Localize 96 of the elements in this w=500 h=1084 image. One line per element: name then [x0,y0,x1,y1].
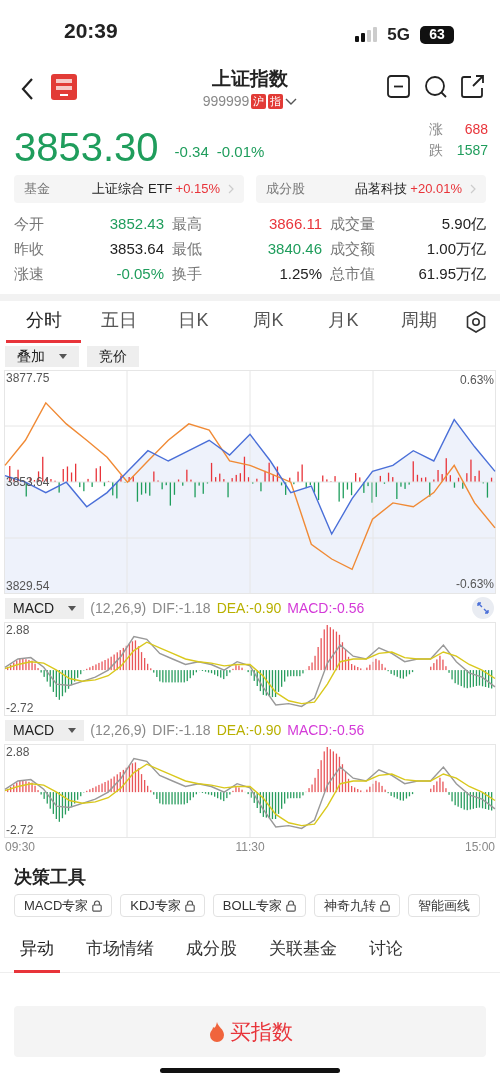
search-icon [424,75,447,98]
axis-label: 0.63% [459,372,494,389]
expand-button[interactable] [472,597,494,619]
advancers-count: 688 [463,120,488,139]
stat-label: 最低 [172,239,203,259]
time-label: 09:30 [5,839,36,856]
battery-indicator: 63 [420,25,454,44]
status-time: 20:39 [64,18,118,45]
axis-label: 2.88 [6,744,30,759]
current-price: 3853.30 [14,125,159,169]
chart-option-button[interactable]: 叠加 [5,346,79,367]
dea-value: DEA:-0.90 [216,720,282,740]
axis-label: 2.88 [6,622,30,637]
period-tab[interactable]: 日K [156,301,231,343]
stat-value: -0.05% [115,264,164,284]
stat-value: 1.00万亿 [425,239,486,259]
caret-icon [68,727,77,733]
stat-label: 成交量 [330,214,376,234]
stat-label: 总市值 [330,264,376,284]
stat-value: 3866.11 [267,214,322,234]
stat-label: 昨收 [14,239,45,259]
dif-value: DIF:-1.18 [152,720,211,740]
section-title: 决策工具 [13,866,87,888]
related-change: +0.15% [175,180,220,199]
chevron-right-icon [228,184,234,194]
caret-icon [68,605,77,611]
stock-code: 999999 [202,92,250,111]
stat-value: 3852.43 [108,214,164,234]
period-tab[interactable]: 周期 [381,301,456,343]
stat-value: 61.95万亿 [417,264,486,284]
related-card[interactable]: 基金 上证综合 ETF +0.15% [14,175,244,203]
related-card[interactable]: 成分股 品茗科技 +20.01% [256,175,486,203]
indicator-params: (12,26,9) [90,720,147,740]
content-tab[interactable]: 市场情绪 [80,927,160,973]
stat-value: 3853.64 [108,239,164,259]
content-tab[interactable]: 成分股 [180,927,243,973]
related-change: +20.01% [410,180,462,199]
market-tag: 沪 [251,94,267,109]
time-label: 15:00 [464,839,495,856]
minus-box-icon [387,75,410,98]
axis-label: 3829.54 [6,579,50,593]
dea-value: DEA:-0.90 [216,598,282,618]
tool-chip[interactable]: 智能画线 [408,894,481,917]
axis-label: -2.72 [6,701,34,716]
tool-chip[interactable]: BOLL专家 [212,894,307,917]
related-name: 上证综合 ETF [92,180,173,199]
page-title: 上证指数 [212,67,288,91]
signal-icon [355,26,378,43]
network-label: 5G [387,24,410,46]
period-tab[interactable]: 五日 [81,301,156,343]
related-label: 成分股 [266,180,305,199]
chart-option-button[interactable]: 竞价 [87,346,139,367]
percent-change: -0.01% [216,141,265,162]
content-tab[interactable]: 关联基金 [263,927,343,973]
decliners-count: 1587 [456,141,488,160]
settings-icon [466,311,486,333]
buy-button[interactable]: 买指数 [14,1006,486,1057]
period-tab[interactable]: 月K [306,301,381,343]
tool-chip[interactable]: MACD专家 [14,894,113,917]
indicator-dropdown[interactable]: MACD [5,719,85,741]
chevron-right-icon [470,184,476,194]
axis-label: -2.72 [6,823,34,838]
time-label: 11:30 [235,839,265,856]
expand-icon [477,602,489,614]
back-icon [20,77,36,101]
tool-chip[interactable]: 神奇九转 [314,894,401,917]
price-change: -0.34 [174,141,209,162]
decliners-label: 跌 [428,141,443,160]
advancers-label: 涨 [428,120,443,139]
flame-icon [207,1020,226,1043]
related-label: 基金 [24,180,50,199]
dif-value: DIF:-1.18 [152,598,211,618]
stat-label: 今开 [14,214,45,234]
stat-label: 成交额 [330,239,376,259]
period-tab[interactable]: 分时 [6,301,81,343]
share-icon [461,75,484,98]
macd-value: MACD:-0.56 [287,598,365,618]
related-name: 品茗科技 [355,180,408,199]
tool-chip[interactable]: KDJ专家 [120,894,205,917]
content-tab[interactable]: 异动 [14,927,60,973]
stat-label: 换手 [172,264,203,284]
market-tag: 指 [268,94,284,109]
macd-value: MACD:-0.56 [287,720,365,740]
chevron-down-icon [285,97,298,106]
content-tab[interactable]: 讨论 [363,927,409,973]
stat-label: 涨速 [14,264,45,284]
app-logo-icon [51,74,77,100]
period-tab[interactable]: 周K [231,301,306,343]
stat-value: 5.90亿 [440,214,486,234]
axis-label: 3877.75 [6,370,50,385]
axis-label: -0.63% [455,576,494,593]
stat-label: 最高 [172,214,203,234]
indicator-params: (12,26,9) [90,598,147,618]
stat-value: 3840.46 [266,239,322,259]
indicator-dropdown[interactable]: MACD [5,597,85,619]
stat-value: 1.25% [278,264,322,284]
